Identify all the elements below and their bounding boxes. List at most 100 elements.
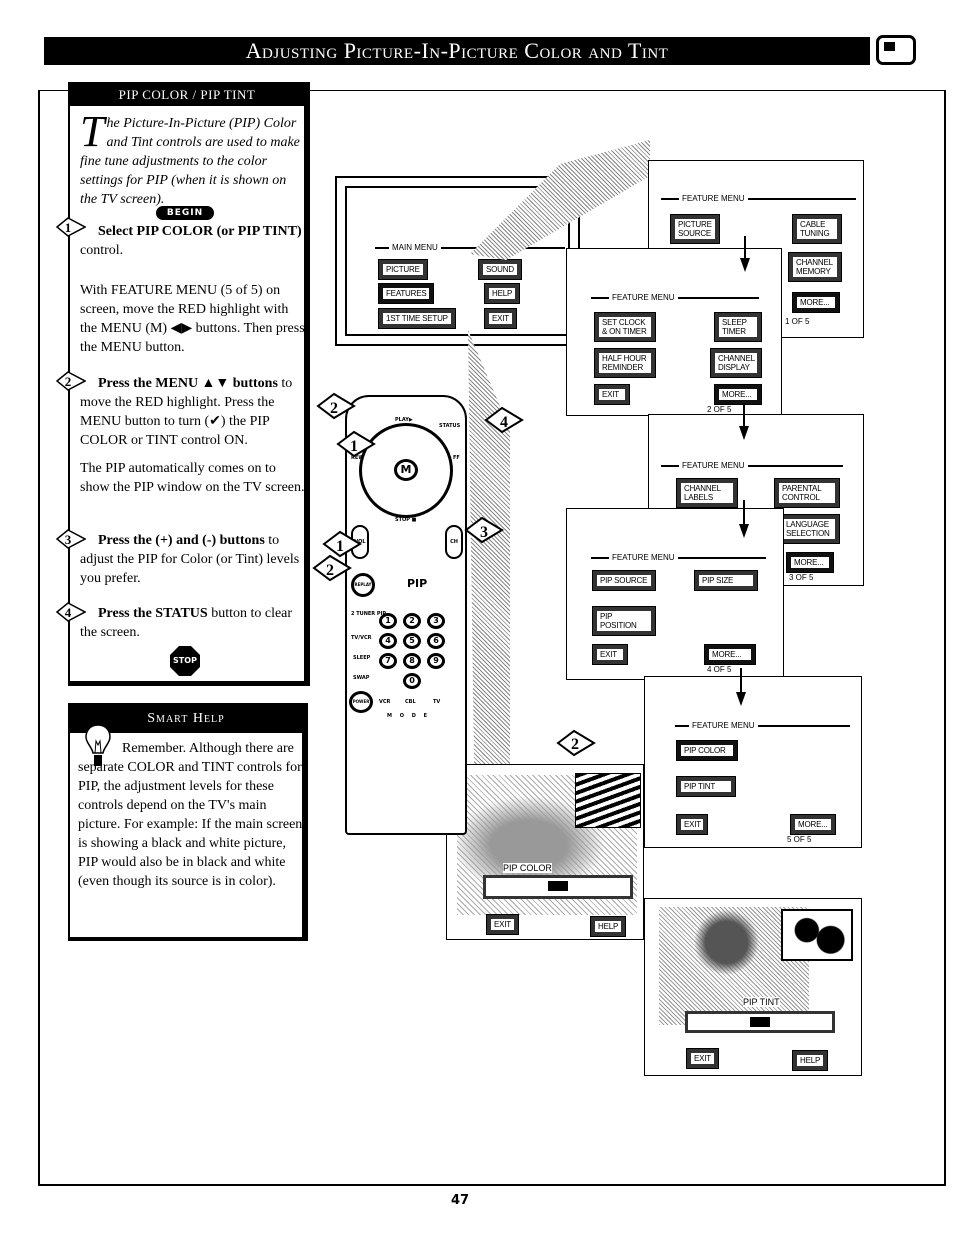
step-2-detail: The PIP automatically comes on to show t…	[80, 461, 305, 495]
half-hour-reminder-button[interactable]: HALF HOUR REMINDER	[595, 349, 655, 377]
digit-4-button[interactable]: 4	[379, 633, 397, 649]
drop-cap: T	[80, 107, 105, 156]
svg-text:2: 2	[326, 562, 334, 579]
set-clock-button[interactable]: SET CLOCK & ON TIMER	[595, 313, 655, 341]
features-menu-button[interactable]: FEATURES	[379, 284, 434, 303]
digit-1-button[interactable]: 1	[379, 613, 397, 629]
exit-menu-button[interactable]: EXIT	[485, 309, 516, 328]
more-button-1[interactable]: MORE...	[793, 293, 839, 312]
swap-button[interactable]: SWAP	[353, 675, 369, 681]
digit-9-button[interactable]: 9	[427, 653, 445, 669]
page-indicator-1: 1 OF 5	[785, 317, 810, 326]
channel-display-button[interactable]: CHANNEL DISPLAY	[711, 349, 761, 377]
intro-body: he Picture-In-Picture (PIP) Color and Ti…	[80, 116, 300, 207]
exit-button-5[interactable]: EXIT	[677, 815, 707, 834]
digit-0-button[interactable]: 0	[403, 673, 421, 689]
callout-1-icon: 1	[336, 430, 376, 458]
ff-label: FF	[453, 455, 460, 461]
svg-text:2: 2	[330, 400, 338, 417]
parental-control-button[interactable]: PARENTAL CONTROL	[775, 479, 839, 507]
feature-menu-4: FEATURE MENU PIP SOURCE PIP SIZE PIP POS…	[566, 508, 784, 680]
replay-button[interactable]: REPLAY	[351, 573, 375, 597]
callout-2-icon: 2	[312, 554, 352, 582]
digit-7-button[interactable]: 7	[379, 653, 397, 669]
more-button-5[interactable]: MORE...	[791, 815, 835, 834]
channel-labels-button[interactable]: CHANNEL LABELS	[677, 479, 737, 507]
callout-2-icon: 2	[316, 392, 356, 420]
slider-handle[interactable]	[548, 881, 568, 891]
status-button[interactable]: STATUS	[439, 423, 460, 429]
sleep-timer-button[interactable]: SLEEP TIMER	[715, 313, 761, 341]
help-menu-button[interactable]: HELP	[485, 284, 520, 303]
feature-menu-2: FEATURE MENU SET CLOCK & ON TIMER SLEEP …	[566, 248, 782, 416]
sleep-button[interactable]: SLEEP	[353, 655, 370, 661]
mode-label: M O D E	[387, 713, 431, 719]
vcr-mode-button[interactable]: VCR	[379, 699, 390, 705]
more-button-3[interactable]: MORE...	[787, 553, 833, 572]
page-title: Adjusting Picture-In-Picture Color and T…	[44, 37, 870, 65]
more-button-4[interactable]: MORE...	[705, 645, 755, 664]
pip-source-button[interactable]: PIP SOURCE	[593, 571, 655, 590]
power-button[interactable]: POWER	[349, 691, 373, 713]
instruction-panel: PIP COLOR / PIP TINT The Picture-In-Pict…	[55, 82, 310, 686]
svg-text:4: 4	[500, 414, 508, 431]
picture-source-button[interactable]: PICTURE SOURCE	[671, 215, 719, 243]
step-1-title: Select PIP COLOR (or PIP TINT)	[98, 224, 302, 239]
cbl-mode-button[interactable]: CBL	[405, 699, 416, 705]
ch-button[interactable]: CH	[445, 525, 463, 559]
digit-6-button[interactable]: 6	[427, 633, 445, 649]
picture-menu-button[interactable]: PICTURE	[379, 260, 427, 279]
step-4: Press the STATUS button to clear the scr…	[80, 604, 305, 642]
page-indicator-2: 2 OF 5	[707, 405, 732, 414]
feature-menu-4-title: FEATURE MENU	[591, 553, 766, 562]
pip-color-slider[interactable]	[483, 875, 633, 899]
sound-menu-button[interactable]: SOUND	[479, 260, 521, 279]
svg-text:4: 4	[65, 605, 72, 620]
step-1: Select PIP COLOR (or PIP TINT) control.	[80, 222, 305, 260]
feature-menu-5: FEATURE MENU PIP COLOR PIP TINT EXIT MOR…	[644, 676, 862, 848]
pip-position-button[interactable]: PIP POSITION	[593, 607, 655, 635]
arrow-down-icon	[736, 668, 746, 706]
step-2-title: Press the MENU ▲▼ buttons	[98, 376, 278, 391]
slider-handle[interactable]	[750, 1017, 770, 1027]
page-indicator-5: 5 OF 5	[787, 835, 812, 844]
feature-menu-1-title: FEATURE MENU	[661, 194, 856, 203]
svg-text:1: 1	[336, 538, 344, 555]
feature-menu-2-title: FEATURE MENU	[591, 293, 759, 302]
svg-text:1: 1	[65, 220, 72, 235]
tv-mode-button[interactable]: TV	[433, 699, 440, 705]
pip-tint-exit-button[interactable]: EXIT	[687, 1049, 718, 1068]
pip-color-exit-button[interactable]: EXIT	[487, 915, 518, 934]
page-number: 47	[450, 1193, 470, 1208]
stop-sign-icon: STOP	[170, 646, 200, 676]
pip-size-button[interactable]: PIP SIZE	[695, 571, 757, 590]
menu-button[interactable]: M	[394, 459, 418, 481]
pip-window-image	[781, 909, 853, 961]
pip-color-button[interactable]: PIP COLOR	[677, 741, 737, 760]
pip-tint-help-button[interactable]: HELP	[793, 1051, 828, 1070]
pip-window-image	[575, 773, 641, 828]
language-selection-button[interactable]: LANGUAGE SELECTION	[779, 515, 839, 543]
arrow-down-icon	[739, 404, 749, 440]
tv-screen-icon	[876, 35, 916, 65]
exit-button-4[interactable]: EXIT	[593, 645, 627, 664]
pip-tint-slider[interactable]	[685, 1011, 835, 1033]
play-label: PLAY▶	[395, 417, 413, 423]
step-4-title: Press the STATUS	[98, 606, 208, 621]
more-button-2[interactable]: MORE...	[715, 385, 761, 404]
digit-8-button[interactable]: 8	[403, 653, 421, 669]
callout-4-icon: 4	[484, 406, 524, 434]
digit-3-button[interactable]: 3	[427, 613, 445, 629]
cable-tuning-button[interactable]: CABLE TUNING	[793, 215, 841, 243]
digit-2-button[interactable]: 2	[403, 613, 421, 629]
pip-color-help-button[interactable]: HELP	[591, 917, 626, 936]
first-time-setup-button[interactable]: 1ST TIME SETUP	[379, 309, 455, 328]
pip-tint-screen: PIP TINT EXIT HELP	[644, 898, 862, 1076]
exit-button-2[interactable]: EXIT	[595, 385, 629, 404]
channel-memory-button[interactable]: CHANNEL MEMORY	[789, 253, 841, 281]
digit-5-button[interactable]: 5	[403, 633, 421, 649]
tvvcr-button[interactable]: TV/VCR	[351, 635, 372, 641]
section-title: PIP COLOR / PIP TINT	[70, 84, 304, 106]
pip-tint-button[interactable]: PIP TINT	[677, 777, 735, 796]
pip-color-screen: PIP COLOR EXIT HELP	[446, 764, 644, 940]
